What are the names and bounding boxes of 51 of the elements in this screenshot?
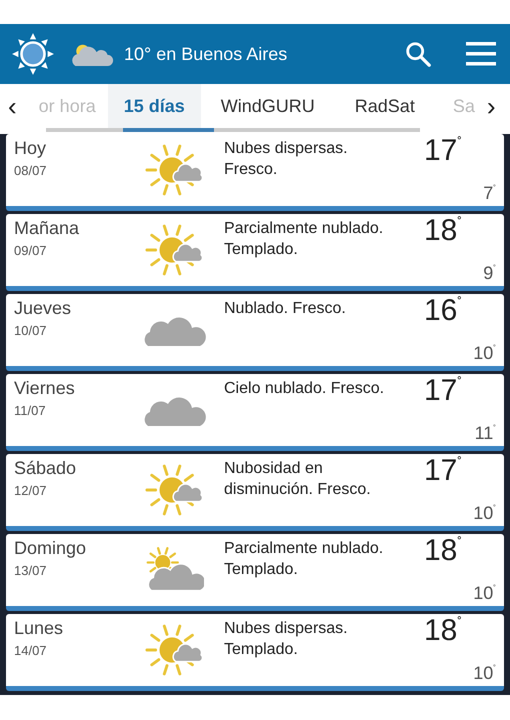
day-date: 12/07 (14, 483, 48, 498)
day-name: Sábado (14, 458, 78, 479)
tab[interactable]: RadSat (334, 84, 435, 128)
scroll-arrow[interactable]: ‹ (0, 84, 25, 128)
forecast-description: Parcialmente nublado. Templado. (224, 219, 384, 260)
forecast-description: Nubes dispersas. Templado. (224, 619, 349, 660)
high-temperature: 18$^{˚}$ (424, 534, 462, 568)
day-date: 10/07 (14, 323, 48, 338)
low-temperature: 9$^{˚}$ (483, 263, 496, 284)
day-card[interactable]: Jueves 10/07 Nublado. Fresco. 16$^{˚}$ 10$^{˚}$ (6, 294, 504, 371)
location-temperature: 10° en Buenos Aires (124, 44, 288, 64)
forecast-description: Nublado. Fresco. (224, 299, 347, 319)
day-name: Mañana (14, 218, 80, 239)
day-name: Domingo (14, 538, 88, 559)
day-card[interactable]: Lunes 14/07 Nubes dispersas. Templado. 18$^{˚}$ 10$^{˚}$ (6, 614, 504, 691)
high-temperature: 17$^{˚}$ (424, 454, 462, 488)
menu-icon[interactable] (466, 41, 496, 67)
forecast-description: Nubes dispersas. Fresco. (224, 139, 349, 180)
high-temperature: 16$^{˚}$ (424, 294, 462, 328)
low-temperature: 10$^{˚}$ (473, 503, 496, 524)
low-temperature: 11$^{˚}$ (474, 423, 496, 444)
forecast-description: Cielo nublado. Fresco. (224, 379, 386, 399)
day-name: Viernes (14, 378, 76, 399)
day-name: Hoy (14, 138, 48, 159)
day-card[interactable]: Viernes 11/07 Cielo nublado. Fresco. 17$^{˚}$ 11$^{˚}$ (6, 374, 504, 451)
day-date: 08/07 (14, 163, 48, 178)
high-temperature: 18$^{˚}$ (424, 614, 462, 648)
high-temperature: 18$^{˚}$ (424, 214, 462, 248)
day-date: 09/07 (14, 243, 48, 258)
low-temperature: 10$^{˚}$ (473, 343, 496, 364)
tab[interactable]: 15 días (108, 84, 201, 128)
day-date: 11/07 (14, 403, 47, 418)
day-date: 14/07 (14, 643, 48, 658)
day-card[interactable]: Hoy 08/07 Nubes dispersas. Fresco. 17$^{˚}$ 7$^{˚}$ (6, 134, 504, 211)
high-temperature: 17$^{˚}$ (424, 134, 462, 168)
search-icon[interactable] (404, 40, 432, 68)
forecast-description: Nubosidad en disminución. Fresco. (224, 459, 372, 500)
scroll-arrow[interactable]: › (478, 84, 504, 128)
day-name: Jueves (14, 298, 72, 319)
low-temperature: 10$^{˚}$ (473, 663, 496, 684)
sun-logo-icon[interactable] (10, 31, 56, 77)
day-date: 13/07 (14, 563, 48, 578)
tab[interactable]: WindGURU (200, 84, 335, 128)
day-name: Lunes (14, 618, 64, 639)
forecast-description: Parcialmente nublado. Templado. (224, 539, 384, 580)
high-temperature: 17$^{˚}$ (424, 374, 462, 408)
low-temperature: 7$^{˚}$ (483, 183, 496, 204)
low-temperature: 10$^{˚}$ (473, 583, 496, 604)
day-card[interactable]: Domingo 13/07 Parcialmente nublado. Templado. 18$^{˚}$ 10$^{˚}$ (6, 534, 504, 611)
day-card[interactable]: Mañana 09/07 Parcialmente nublado. Templado. 18$^{˚}$ 9$^{˚}$ (6, 214, 504, 291)
day-card[interactable]: Sábado 12/07 Nubosidad en disminución. Fresco. 17$^{˚}$ 10$^{˚}$ (6, 454, 504, 531)
